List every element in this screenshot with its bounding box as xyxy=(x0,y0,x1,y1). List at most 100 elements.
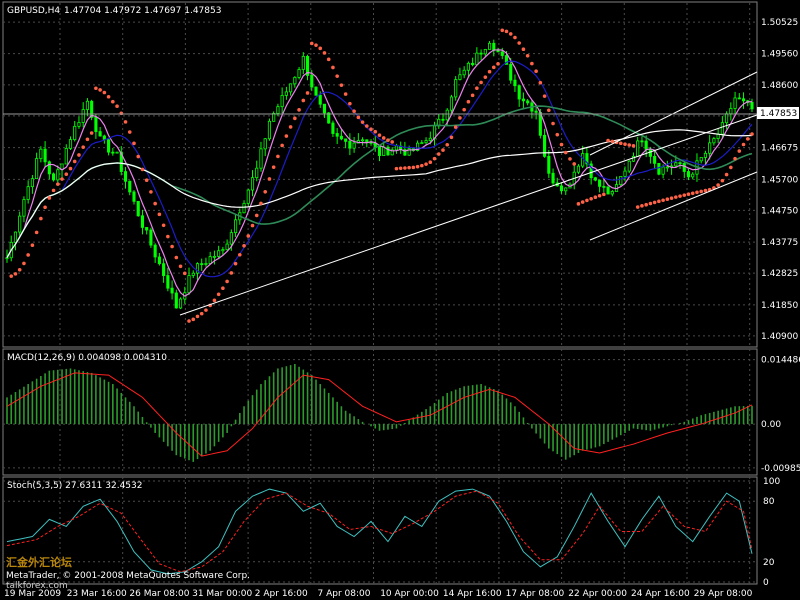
sar-dot xyxy=(115,104,119,109)
candle-body xyxy=(204,263,208,265)
candle-body xyxy=(449,96,454,111)
sar-dot xyxy=(627,143,632,147)
sar-dot xyxy=(597,193,602,198)
sar-dot xyxy=(386,138,390,142)
sar-dot xyxy=(77,153,81,157)
sar-dot xyxy=(504,29,509,34)
candle-body xyxy=(521,98,525,102)
candle-body xyxy=(674,162,678,167)
ohlc-label: 1.47704 1.47972 1.47697 1.47853 xyxy=(64,6,221,16)
candle-body xyxy=(682,163,686,172)
sar-dot xyxy=(466,99,471,104)
sar-dot xyxy=(585,198,589,203)
candle-body xyxy=(162,263,166,276)
candle-body xyxy=(509,63,513,81)
candle-body xyxy=(123,171,128,182)
time-tick-label: 22 Apr 00:00 xyxy=(568,589,627,599)
candle-body xyxy=(526,100,530,104)
sar-dot xyxy=(737,149,742,153)
candle-body xyxy=(344,138,348,142)
sar-dot xyxy=(559,142,564,147)
candle-body xyxy=(43,148,47,163)
candle-body xyxy=(250,177,255,191)
sar-dot xyxy=(85,137,90,142)
candle-body xyxy=(627,160,631,172)
candle-body xyxy=(348,140,352,149)
chart-canvas[interactable]: 1.505251.495601.486001.476501.466751.457… xyxy=(0,0,800,600)
sar-dot xyxy=(377,133,382,137)
sar-dot xyxy=(326,57,331,62)
candle-body xyxy=(699,157,703,162)
sar-dot xyxy=(428,160,433,165)
sar-dot xyxy=(271,165,276,169)
price-tick-label: 1.45700 xyxy=(761,175,798,185)
candle-body xyxy=(284,91,288,96)
sar-dot xyxy=(483,75,488,79)
sar-dot xyxy=(43,205,47,210)
sar-dot xyxy=(631,144,636,148)
candle-body xyxy=(140,215,145,228)
channel-lower xyxy=(589,171,758,241)
sar-dot xyxy=(508,32,513,36)
price-tick-label: 1.40900 xyxy=(761,332,798,342)
price-tick-label: 1.44750 xyxy=(761,206,798,216)
candle-body xyxy=(107,139,111,153)
sar-dot xyxy=(161,223,166,228)
sar-dot xyxy=(72,159,77,164)
watermark-text: 汇金外汇论坛 xyxy=(6,555,72,569)
time-tick-label: 17 Apr 08:00 xyxy=(506,589,565,599)
candle-body xyxy=(475,52,479,66)
candle-body xyxy=(56,169,60,181)
candle-body xyxy=(47,161,51,175)
candle-body xyxy=(708,142,712,154)
sar-dot xyxy=(81,145,85,149)
candle-body xyxy=(686,171,691,178)
candle-body xyxy=(314,86,318,96)
sar-dot xyxy=(720,178,725,183)
sar-dot xyxy=(34,230,39,235)
sar-dot xyxy=(102,90,107,95)
sar-dot xyxy=(699,189,704,194)
sar-dot xyxy=(221,286,225,290)
candle-body xyxy=(22,199,26,217)
sar-dot xyxy=(140,167,145,172)
sar-dot xyxy=(657,199,661,204)
candle-body xyxy=(339,135,343,140)
sar-dot xyxy=(716,183,720,187)
candle-body xyxy=(703,152,707,158)
candle-body xyxy=(170,287,174,294)
sar-dot xyxy=(538,80,543,85)
macd-tick-label: 0.014486 xyxy=(761,356,800,366)
sar-dot xyxy=(9,274,14,278)
candle-body xyxy=(606,186,610,195)
candle-body xyxy=(420,142,424,145)
candle-body xyxy=(750,101,754,110)
time-tick-label: 24 Apr 16:00 xyxy=(631,589,690,599)
price-tick-label: 1.49560 xyxy=(761,50,798,60)
candle-body xyxy=(263,138,267,150)
sar-dot xyxy=(106,94,111,99)
candle-body xyxy=(462,69,466,76)
candle-body xyxy=(115,151,119,154)
sar-dot xyxy=(119,111,124,116)
candle-body xyxy=(39,148,43,159)
sar-dot xyxy=(187,319,191,323)
candle-body xyxy=(221,249,225,252)
candle-body xyxy=(373,142,377,148)
sar-dot xyxy=(661,198,665,203)
candle-body xyxy=(551,172,555,184)
time-tick-label: 10 Apr 00:00 xyxy=(380,589,439,599)
candle-body xyxy=(322,103,327,114)
stoch-tick-label: 80 xyxy=(763,497,775,507)
sar-dot xyxy=(602,192,606,197)
sar-dot xyxy=(449,135,454,140)
grid xyxy=(3,3,757,584)
sar-dot xyxy=(441,148,445,152)
sar-dot xyxy=(517,41,521,45)
candle-body xyxy=(737,97,741,100)
candle-body xyxy=(272,113,276,122)
price-tick-label: 1.43775 xyxy=(761,238,798,248)
sar-dot xyxy=(475,86,479,90)
sar-dot xyxy=(267,177,272,181)
candle-body xyxy=(648,148,652,157)
